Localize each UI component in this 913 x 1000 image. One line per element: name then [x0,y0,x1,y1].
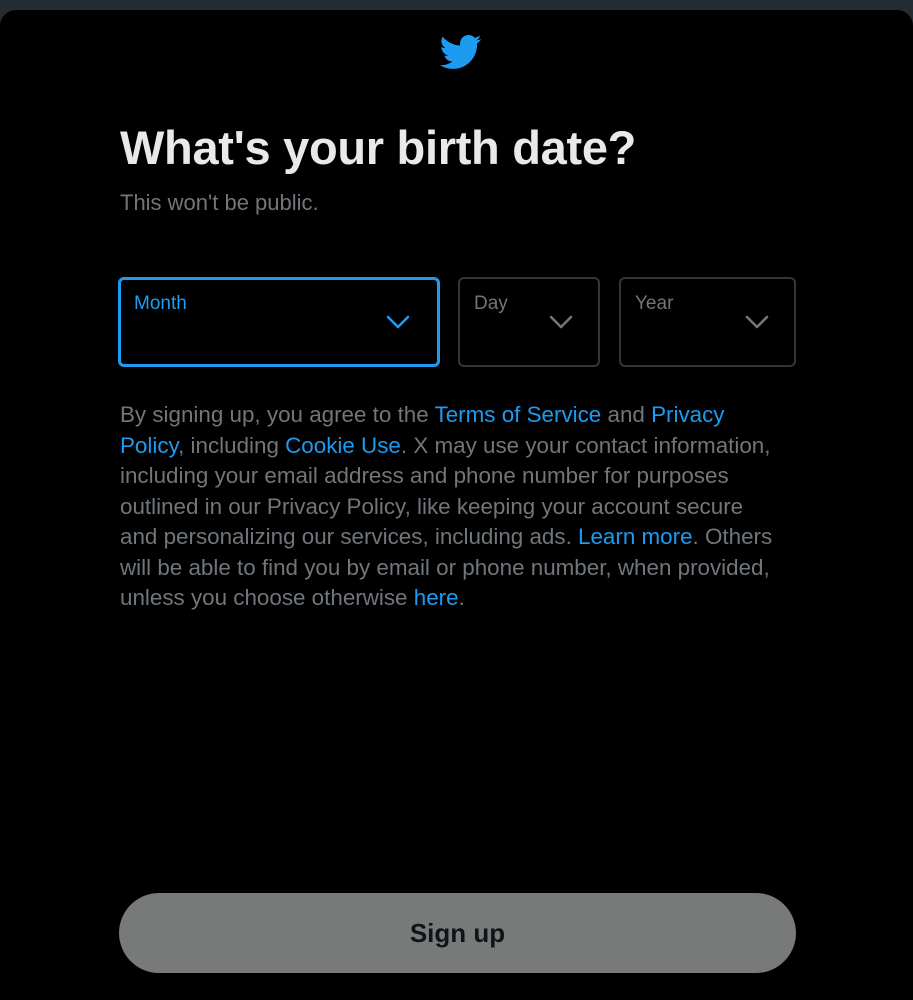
learn-more-link[interactable]: Learn more [578,524,693,549]
signup-modal: What's your birth date? This won't be pu… [0,10,913,1000]
chevron-down-icon [744,313,770,331]
legal-text: and [601,402,652,427]
here-link[interactable]: here [414,585,459,610]
legal-text: , including [178,432,286,458]
sign-up-button[interactable]: Sign up [119,893,796,973]
month-select[interactable]: Month [118,277,440,367]
legal-notice: By signing up, you agree to the Terms of… [120,400,780,614]
terms-of-service-link[interactable]: Terms of Service [435,402,602,427]
chevron-down-icon [385,313,411,331]
cookie-use-link[interactable]: Cookie Use [285,433,401,458]
day-select-label: Day [474,293,508,314]
twitter-bird-icon [436,30,484,74]
month-select-label: Month [134,293,187,314]
page-title: What's your birth date? [120,121,637,174]
year-select[interactable]: Year [619,277,796,367]
chevron-down-icon [548,313,574,331]
legal-text: By signing up, you agree to the [120,402,435,427]
year-select-label: Year [635,293,674,314]
legal-text: . [458,585,465,610]
day-select[interactable]: Day [458,277,600,367]
page-subtitle: This won't be public. [120,190,319,215]
